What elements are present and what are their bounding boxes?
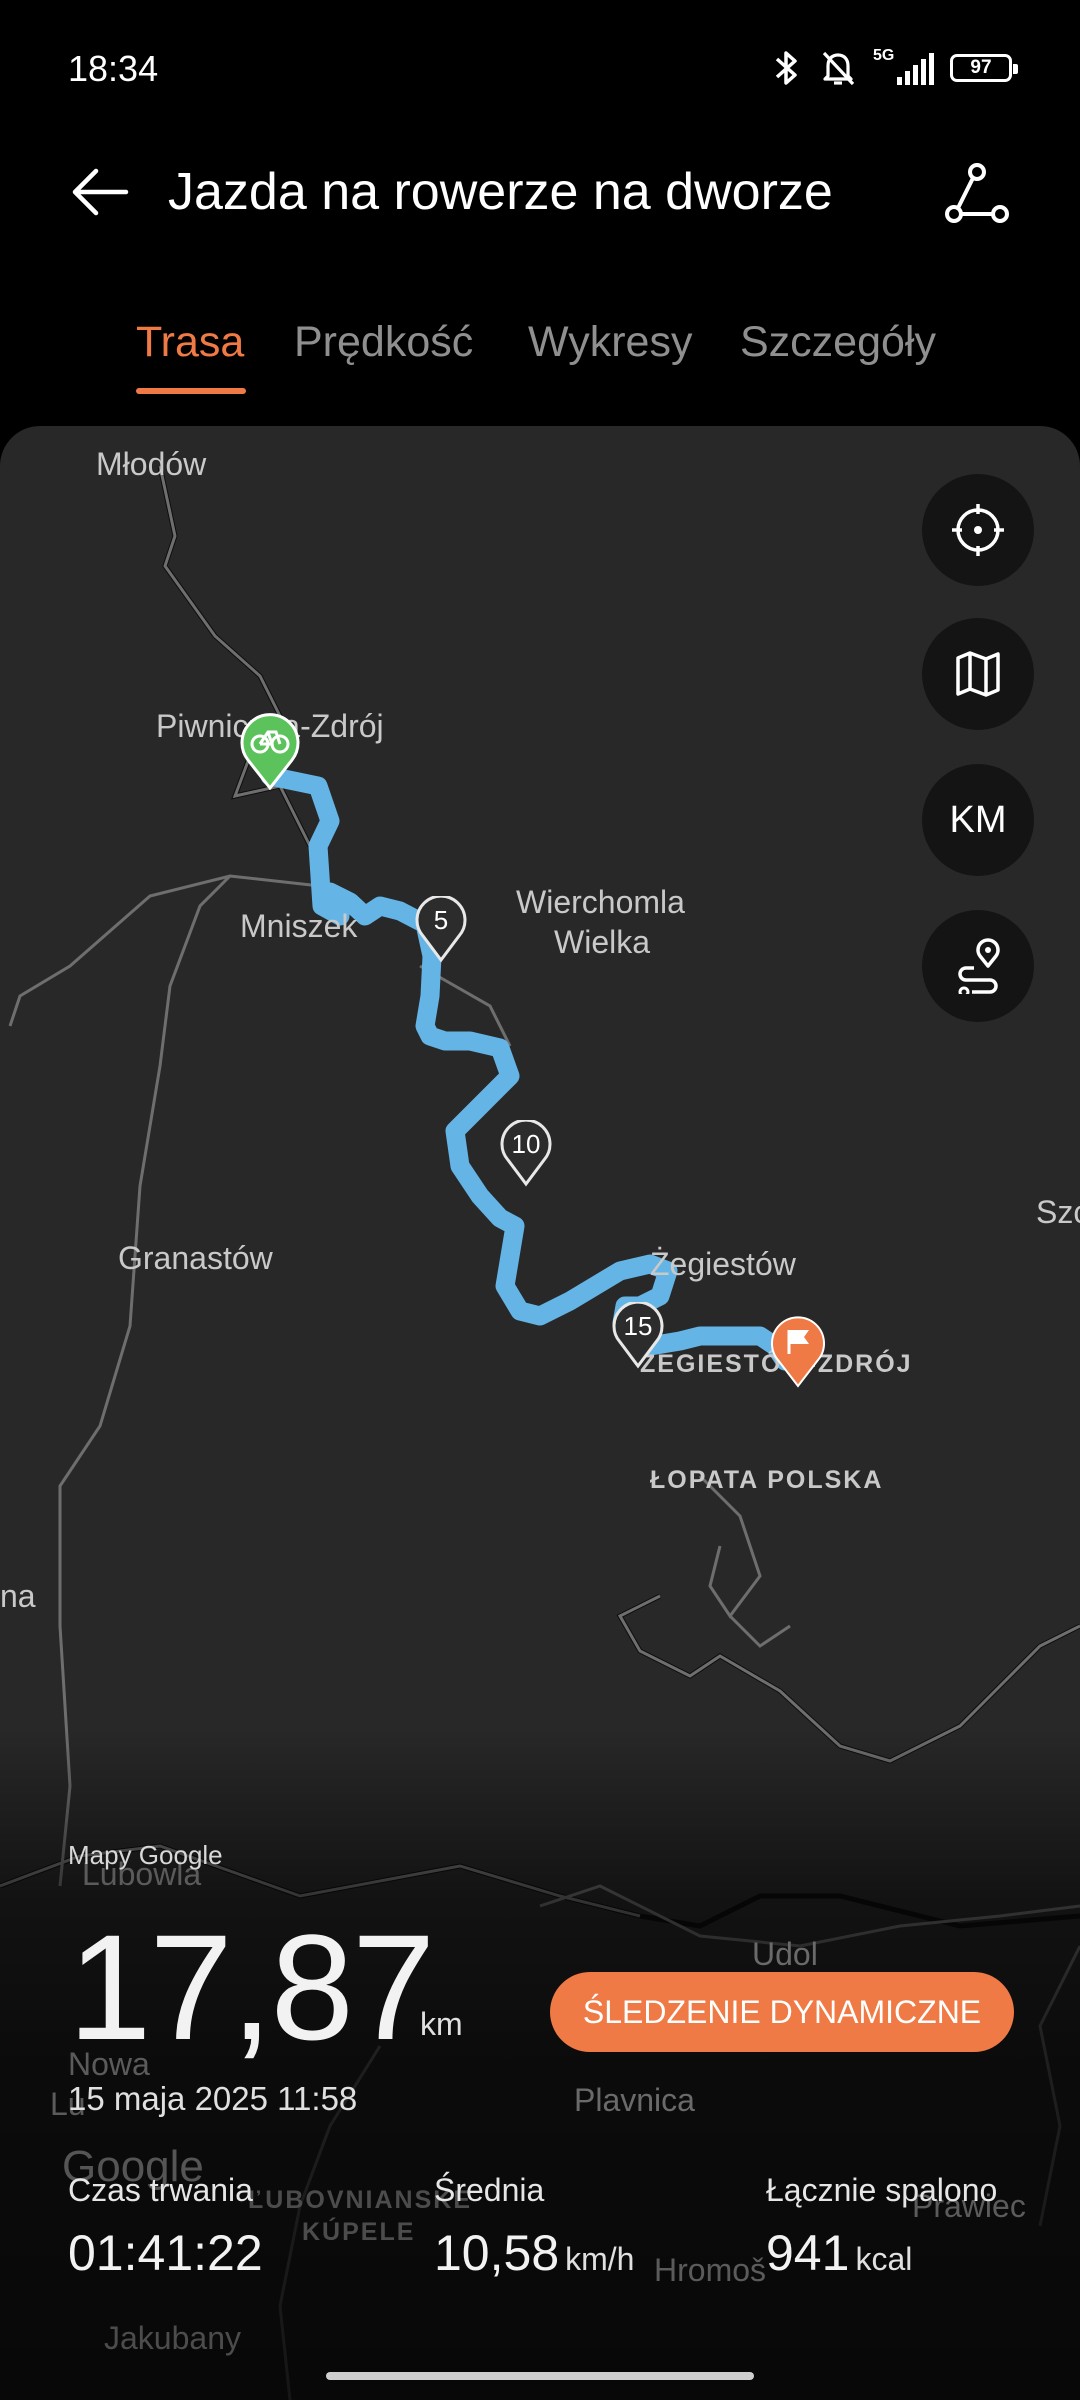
route-share-icon[interactable]	[942, 158, 1012, 228]
map-type-button[interactable]	[922, 618, 1034, 730]
map-label-zegiestow: Żegiestów	[650, 1246, 796, 1282]
avg-speed-number: 10,58	[434, 2225, 560, 2281]
map-label-szc: Szc	[1036, 1194, 1080, 1230]
units-toggle-button[interactable]: KM	[922, 764, 1034, 876]
km-marker-5-label: 5	[433, 905, 449, 935]
battery-level: 97	[970, 57, 992, 78]
map-icon	[956, 651, 1000, 697]
km-marker-15: 15	[612, 1302, 664, 1370]
home-indicator[interactable]	[326, 2372, 754, 2380]
network-type: 5G	[873, 47, 895, 64]
calories-unit: kcal	[855, 2241, 913, 2277]
avg-speed-value: 10,58 km/h	[434, 2224, 634, 2282]
map-label-mlodow: Młodów	[96, 446, 207, 482]
bluetooth-icon	[775, 51, 797, 85]
tab-speed[interactable]: Prędkość	[294, 318, 473, 367]
km-marker-10-label: 10	[511, 1129, 541, 1159]
avg-speed-label: Średnia	[434, 2172, 545, 2208]
map-label-granastow: Granastów	[118, 1240, 273, 1276]
tab-bar: Trasa Prędkość Wykresy Szczegóły	[0, 318, 1080, 398]
distance-unit: km	[420, 2006, 463, 2042]
km-marker-10: 10	[500, 1120, 552, 1188]
active-tab-indicator	[136, 388, 246, 394]
duration-label: Czas trwania	[68, 2172, 253, 2208]
avg-speed-unit: km/h	[565, 2241, 635, 2277]
calories-number: 941	[766, 2225, 850, 2281]
live-tracking-button[interactable]: ŚLEDZENIE DYNAMICZNE	[550, 1972, 1014, 2052]
duration-value-text: 01:41:22	[68, 2225, 263, 2281]
km-marker-5: 5	[415, 896, 467, 964]
map-label-mniszek: Mniszek	[240, 908, 358, 944]
map-attribution: Mapy Google	[68, 1840, 223, 1870]
workout-date: 15 maja 2025 11:58	[68, 2080, 358, 2117]
status-icons: 5G 97	[769, 47, 1018, 88]
start-bike-pin-icon	[240, 713, 300, 790]
duration-value: 01:41:22	[68, 2224, 263, 2282]
status-time: 18:34	[68, 48, 159, 89]
signal-indicator: 5G	[873, 47, 934, 85]
finish-flag-pin-icon	[771, 1316, 825, 1388]
distance-value: 17,87	[68, 1903, 435, 2071]
page-title: Jazda na rowerze na dworze	[168, 163, 833, 221]
map-label-udol: Udol	[752, 1936, 818, 1972]
units-label: KM	[949, 798, 1007, 841]
map-label-wierchomla: Wierchomla	[516, 884, 685, 920]
calories-value: 941 kcal	[766, 2224, 912, 2282]
map-label-jakubany: Jakubany	[104, 2320, 241, 2356]
back-arrow-icon[interactable]	[68, 160, 132, 224]
map-label-lopata: ŁOPATA POLSKA	[650, 1466, 884, 1494]
map-label-kupele-2: KÚPELE	[302, 2218, 416, 2246]
route-pin-icon	[958, 938, 1000, 994]
bell-muted-icon	[822, 51, 855, 86]
map-label-na: na	[0, 1578, 36, 1614]
locate-button[interactable]	[922, 474, 1034, 586]
route-pin-button[interactable]	[922, 910, 1034, 1022]
tab-details[interactable]: Szczegóły	[740, 318, 936, 367]
tab-route[interactable]: Trasa	[136, 318, 244, 367]
map-label-plavnica: Plavnica	[574, 2082, 695, 2118]
map-label-hromos: Hromoš	[654, 2252, 767, 2288]
km-marker-15-label: 15	[623, 1311, 653, 1341]
tab-charts[interactable]: Wykresy	[528, 318, 692, 367]
calories-label: Łącznie spalono	[766, 2172, 998, 2208]
crosshair-icon	[952, 504, 1004, 556]
map-label-wielka: Wielka	[554, 924, 651, 960]
battery-indicator: 97	[950, 54, 1018, 82]
